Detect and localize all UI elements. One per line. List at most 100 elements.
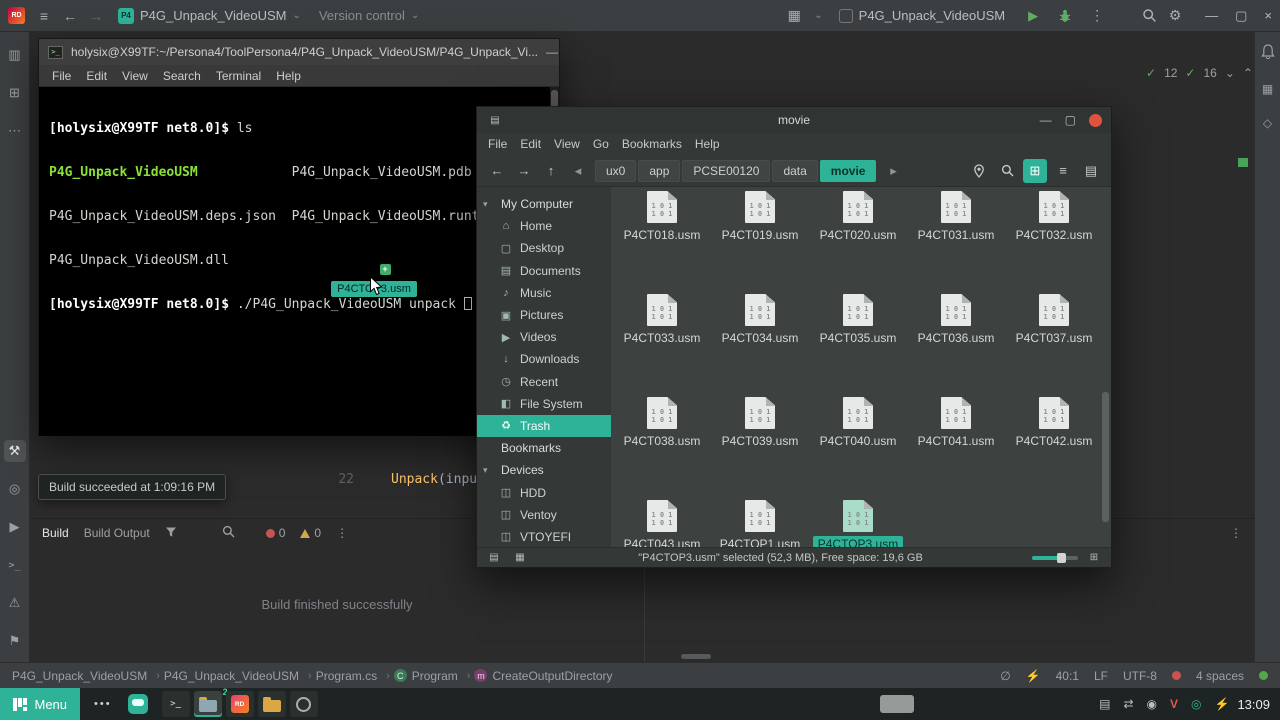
- expander-icon[interactable]: ▾: [483, 465, 494, 476]
- taskbar-clock[interactable]: 13:09: [1237, 697, 1270, 712]
- search-everywhere-button[interactable]: [1137, 4, 1161, 28]
- structure-tool-icon[interactable]: ⊞: [4, 82, 26, 104]
- database-tool-icon[interactable]: ▦: [1262, 82, 1273, 96]
- menu-item[interactable]: Edit: [86, 69, 107, 83]
- menu-item[interactable]: File: [52, 69, 71, 83]
- tab-build[interactable]: Build: [42, 526, 69, 540]
- inspections-passed-count[interactable]: 12: [1164, 66, 1177, 80]
- project-selector[interactable]: P4 P4G_Unpack_VideoUSM ⌄: [110, 5, 309, 27]
- sidebar-item[interactable]: ▾ Devices: [477, 459, 611, 481]
- taskbar-app-button[interactable]: [289, 691, 318, 717]
- prev-problem-icon[interactable]: ⌃: [1243, 66, 1253, 80]
- analysis-status-icon[interactable]: [1259, 671, 1268, 680]
- sidebar-item[interactable]: ▾ My Computer: [477, 193, 611, 215]
- next-problem-icon[interactable]: ⌄: [1225, 66, 1235, 80]
- tree-pane-toggle-icon[interactable]: ▦: [511, 550, 529, 565]
- tray-icon[interactable]: ⚡: [1215, 697, 1230, 711]
- menu-item[interactable]: File: [488, 137, 507, 151]
- run-tool-icon[interactable]: ▶: [4, 516, 26, 538]
- file-tile[interactable]: P4CTOP3.usm: [809, 498, 907, 547]
- sidebar-item[interactable]: ▾ ↓ Downloads: [477, 348, 611, 370]
- menu-item[interactable]: Terminal: [216, 69, 261, 83]
- file-manager-titlebar[interactable]: ▤ movie — ▢: [477, 107, 1111, 133]
- statusbar-breadcrumb[interactable]: C Program ›: [393, 669, 475, 683]
- breadcrumb-folder[interactable]: PCSE00120: [682, 159, 771, 182]
- workspace-switcher-icon[interactable]: •••: [84, 698, 122, 710]
- workspace-pager[interactable]: [880, 695, 914, 713]
- tray-icon[interactable]: ⇄: [1123, 697, 1133, 711]
- breadcrumb-folder[interactable]: movie: [819, 159, 877, 182]
- search-output-icon[interactable]: [222, 525, 235, 541]
- menu-item[interactable]: View: [554, 137, 580, 151]
- tab-build-output[interactable]: Build Output: [84, 526, 150, 540]
- menu-item[interactable]: Help: [695, 137, 720, 151]
- close-button[interactable]: ×: [1264, 8, 1272, 24]
- file-tile[interactable]: P4CT041.usm: [907, 395, 1005, 498]
- line-separator[interactable]: LF: [1094, 669, 1108, 683]
- file-tile[interactable]: P4CT042.usm: [1005, 395, 1103, 498]
- power-save-icon[interactable]: ⚡: [1026, 669, 1041, 683]
- build-tool-icon[interactable]: ⚒: [3, 440, 26, 462]
- nav-forward-icon[interactable]: →: [84, 4, 108, 28]
- tray-icon[interactable]: ◉: [1147, 697, 1157, 711]
- sidebar-item[interactable]: ▾ Bookmarks: [477, 437, 611, 459]
- sidebar-item[interactable]: ▾ ♻ Trash: [477, 414, 611, 438]
- sidebar-item[interactable]: ▾ ◷ Recent: [477, 371, 611, 393]
- run-target-icon[interactable]: ▦: [782, 4, 806, 28]
- terminal-titlebar[interactable]: >_ holysix@X99TF:~/Persona4/ToolPersona4…: [39, 39, 559, 65]
- taskbar-rider-button[interactable]: RD: [225, 691, 254, 717]
- file-tile[interactable]: P4CT018.usm: [613, 189, 711, 292]
- more-actions-icon[interactable]: ⋮: [1085, 4, 1109, 28]
- zoom-slider[interactable]: ⊞: [1032, 550, 1103, 565]
- crumb-scroll-right-icon[interactable]: ▸: [881, 159, 905, 183]
- statusbar-breadcrumb[interactable]: P4G_Unpack_VideoUSM ›: [12, 669, 164, 683]
- file-tile[interactable]: P4CT043.usm: [613, 498, 711, 547]
- taskbar-files-button[interactable]: [257, 691, 286, 717]
- forward-icon[interactable]: →: [512, 159, 536, 183]
- tray-icon[interactable]: V: [1170, 697, 1178, 711]
- vcs-widget[interactable]: Version control ⌄: [311, 5, 427, 26]
- nuget-tool-icon[interactable]: ◇: [1263, 116, 1272, 130]
- minimize-button[interactable]: —: [546, 45, 558, 59]
- menu-item[interactable]: Search: [163, 69, 201, 83]
- view-list-icon[interactable]: ≡: [1051, 159, 1075, 183]
- warning-counter[interactable]: 0: [300, 526, 321, 540]
- settings-gear-icon[interactable]: ⚙: [1163, 4, 1187, 28]
- menu-item[interactable]: Bookmarks: [622, 137, 682, 151]
- breadcrumb-folder[interactable]: app: [638, 159, 681, 182]
- taskbar-terminal-button[interactable]: >_: [161, 691, 190, 717]
- location-pin-icon[interactable]: [967, 159, 991, 183]
- more-tools-icon[interactable]: ⋯: [4, 120, 26, 142]
- sidebar-item[interactable]: ▾ ▶ Videos: [477, 326, 611, 348]
- sidebar-item[interactable]: ▾ ◫ HDD: [477, 481, 611, 503]
- sidebar-item[interactable]: ▾ ♪ Music: [477, 282, 611, 304]
- minimize-button[interactable]: —: [1205, 8, 1218, 24]
- file-tile[interactable]: P4CT019.usm: [711, 189, 809, 292]
- file-tile[interactable]: P4CT034.usm: [711, 292, 809, 395]
- menu-item[interactable]: Edit: [520, 137, 541, 151]
- maximize-button[interactable]: ▢: [1235, 8, 1247, 24]
- crumb-scroll-left-icon[interactable]: ◂: [566, 159, 590, 183]
- sidebar-item[interactable]: ▾ ▤ Documents: [477, 260, 611, 282]
- sidebar-item[interactable]: ▾ ⌂ Home: [477, 215, 611, 237]
- tray-icon[interactable]: ▤: [1099, 697, 1110, 711]
- file-tile[interactable]: P4CT040.usm: [809, 395, 907, 498]
- view-compact-icon[interactable]: ▤: [1079, 159, 1103, 183]
- services-tool-icon[interactable]: ◎: [4, 478, 26, 500]
- menu-item[interactable]: View: [122, 69, 148, 83]
- sidebar-item[interactable]: ▾ ▢ Desktop: [477, 237, 611, 259]
- file-tile[interactable]: P4CT032.usm: [1005, 189, 1103, 292]
- no-errors-icon[interactable]: ∅: [1000, 669, 1010, 683]
- panel-more-icon[interactable]: ⋮: [1230, 526, 1242, 540]
- panel-options-icon[interactable]: ⋮: [336, 526, 348, 540]
- sidebar-item[interactable]: ▾ ◧ File System: [477, 393, 611, 415]
- notification-status-icon[interactable]: [1171, 671, 1181, 680]
- menu-item[interactable]: Go: [593, 137, 609, 151]
- sidebar-item[interactable]: ▾ ◫ Ventoy: [477, 504, 611, 526]
- start-menu-button[interactable]: Menu: [0, 688, 81, 720]
- problems-tool-icon[interactable]: ⚠: [4, 592, 26, 614]
- up-icon[interactable]: ↑: [539, 159, 563, 183]
- tray-icon[interactable]: ◎: [1191, 697, 1201, 711]
- breadcrumb-folder[interactable]: ux0: [595, 159, 637, 182]
- caret-position[interactable]: 40:1: [1056, 669, 1079, 683]
